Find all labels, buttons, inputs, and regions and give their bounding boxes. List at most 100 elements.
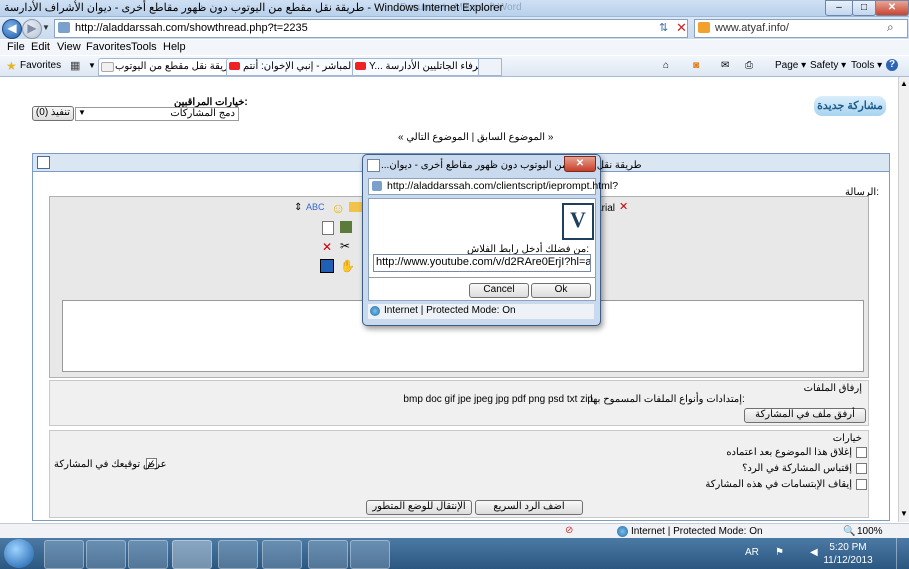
volume-icon[interactable]: ◀	[810, 547, 818, 558]
allowed-types-list: bmp doc gif jpe jpeg jpg pdf png psd txt…	[403, 394, 593, 405]
dialog-status-text: Internet | Protected Mode: On	[384, 305, 516, 316]
close-thread-checkbox[interactable]	[856, 447, 867, 458]
menu-file[interactable]: File	[7, 41, 25, 53]
home-icon[interactable]: ⌂	[663, 60, 669, 71]
start-button[interactable]	[4, 539, 34, 568]
cut-icon[interactable]: ✕	[322, 240, 332, 254]
quick-tabs-icon[interactable]: ▦	[70, 59, 80, 72]
help-icon[interactable]: ?	[886, 59, 898, 71]
stop-icon[interactable]: ✕	[676, 20, 687, 36]
execute-button[interactable]: (0) تنفيذ	[32, 106, 74, 121]
search-icon[interactable]: ⌕	[887, 20, 894, 35]
mail-icon[interactable]: ✉	[721, 60, 729, 71]
flash-url-input[interactable]: http://www.youtube.com/v/d2RAre0ErjI?hl=…	[373, 254, 591, 272]
tab-list-icon[interactable]: ▼	[88, 61, 96, 70]
taskbar-ie-active-icon[interactable]	[172, 540, 212, 569]
page-menu[interactable]: Page ▾	[775, 60, 806, 71]
tab-label: طريقة نقل مقطع من اليوتوب	[115, 61, 237, 72]
title-bar: Document - Microsoft Word طريقة نقل مقطع…	[0, 0, 909, 17]
image-icon[interactable]	[340, 221, 352, 233]
toolbar-resize-icon[interactable]: ⇕	[294, 202, 302, 213]
cancel-button[interactable]: Cancel	[469, 283, 529, 298]
favorites-button[interactable]: Favorites	[20, 60, 61, 71]
zoom-icon[interactable]: 🔍	[843, 526, 855, 537]
tab-youtube-1[interactable]: البث المباشر - إنبي الإخوان: أنتم	[226, 58, 368, 76]
comment-icon[interactable]	[349, 202, 362, 212]
flash-insert-icon[interactable]	[320, 259, 334, 273]
page-scrollbar[interactable]: ▲ ▼	[898, 77, 909, 522]
recent-pages-icon[interactable]: ▼	[42, 23, 50, 32]
close-button[interactable]: ✕	[875, 0, 909, 16]
prev-next-thread-links[interactable]: « الموضوع السابق | الموضوع التالي »	[398, 132, 553, 143]
dialog-body: V من فضلك أدخل رابط الفلاش: http://www.y…	[368, 198, 596, 301]
address-field[interactable]: http://aladdarssah.com/showthread.php?t=…	[54, 19, 688, 38]
compat-view-icon[interactable]: ⇅	[659, 21, 668, 34]
menu-tools[interactable]: Tools	[131, 41, 157, 53]
window-title: طريقة نقل مقطع من اليوتوب دون ظهور مقاطع…	[4, 2, 504, 14]
minimize-button[interactable]: –	[825, 0, 853, 16]
page-favicon-icon	[58, 22, 70, 33]
taskbar-paint-icon[interactable]	[262, 540, 302, 569]
hand-icon[interactable]: ✋	[340, 259, 355, 273]
address-url: http://aladdarssah.com/showthread.php?t=…	[75, 22, 308, 34]
show-desktop-button[interactable]	[896, 538, 909, 569]
favorites-star-icon[interactable]: ★	[6, 59, 17, 73]
scroll-down-icon[interactable]: ▼	[900, 509, 908, 518]
menu-help[interactable]: Help	[163, 41, 186, 53]
zoom-level[interactable]: 100%	[857, 526, 883, 537]
tab-label: Y... الشرفاء الجاتليين الأدارسة	[369, 61, 494, 72]
clock-time[interactable]: 5:20 PM	[828, 542, 868, 553]
ok-button[interactable]: Ok	[531, 283, 591, 298]
feeds-icon[interactable]: ◙	[693, 60, 699, 71]
collapse-icon[interactable]	[37, 156, 50, 169]
taskbar-media-icon[interactable]	[218, 540, 258, 569]
quick-reply-button[interactable]: اضف الرد السريع	[475, 500, 583, 515]
document-icon[interactable]	[322, 221, 334, 235]
dialog-close-button[interactable]: ✕	[564, 156, 596, 172]
site-logo-icon: V	[562, 203, 594, 240]
popup-blocked-icon[interactable]: ⊘	[565, 525, 573, 536]
remove-format-icon[interactable]: ✕	[619, 200, 628, 213]
quote-reply-checkbox[interactable]	[856, 463, 867, 474]
taskbar-ie-icon[interactable]	[44, 540, 84, 569]
taskbar-explorer-icon[interactable]	[86, 540, 126, 569]
input-language[interactable]: AR	[745, 547, 759, 558]
spellcheck-icon[interactable]: ABC	[306, 202, 325, 212]
disable-smilies-label: إيقاف الإبتسامات في هذه المشاركة	[705, 479, 852, 490]
forward-icon[interactable]: ▶	[22, 19, 42, 39]
attach-file-button[interactable]: أرفق ملف في المشاركة	[744, 408, 866, 423]
taskbar-excel-icon[interactable]	[128, 540, 168, 569]
scissors-icon[interactable]: ✂	[340, 239, 350, 253]
show-signature-label: عرض توقيعك في المشاركة	[54, 459, 167, 470]
clock-date[interactable]: 11/12/2013	[823, 555, 873, 566]
status-bar: ⊘ Internet | Protected Mode: On 🔍 100%	[0, 523, 909, 539]
prompt-dialog: ...طريقة نقل مقطع من اليوتوب دون ظهور مق…	[362, 154, 642, 326]
maximize-button[interactable]: □	[852, 0, 876, 16]
taskbar-word-icon[interactable]	[308, 540, 348, 569]
taskbar-app-icon[interactable]	[350, 540, 390, 569]
close-thread-label: إغلاق هذا الموضوع بعد اعتماده	[726, 447, 852, 458]
page-icon	[101, 62, 114, 72]
back-icon[interactable]: ◀	[2, 19, 22, 39]
search-field[interactable]: www.atyaf.info/ ⌕	[694, 19, 908, 38]
smiley-icon[interactable]: ☺	[331, 200, 345, 216]
tray-flag-icon[interactable]: ⚑	[775, 547, 784, 558]
menu-view[interactable]: View	[57, 41, 81, 53]
scroll-up-icon[interactable]: ▲	[900, 79, 908, 88]
advanced-mode-button[interactable]: الإنتقال للوضع المتطور	[366, 500, 472, 515]
print-icon[interactable]: ⎙	[745, 60, 753, 71]
merge-posts-select[interactable]: ▼ دمج المشاركات	[75, 107, 239, 121]
new-tab-button[interactable]	[478, 58, 502, 76]
search-value: www.atyaf.info/	[715, 22, 789, 34]
tab-active[interactable]: طريقة نقل مقطع من اليوتوب ✕	[98, 58, 244, 76]
tab-youtube-2[interactable]: Y... الشرفاء الجاتليين الأدارسة	[352, 58, 494, 76]
safety-menu[interactable]: Safety ▾	[810, 60, 846, 71]
attachments-panel: إرفاق الملفات إمتدادات وأنواع الملفات ال…	[49, 380, 869, 426]
tools-menu[interactable]: Tools ▾	[851, 60, 882, 71]
internet-zone-icon	[370, 306, 380, 316]
disable-smilies-checkbox[interactable]	[856, 479, 867, 490]
taskbar: AR ⚑ ◀ 5:20 PM 11/12/2013	[0, 538, 909, 569]
security-zone-text[interactable]: Internet | Protected Mode: On	[631, 526, 763, 537]
menu-edit[interactable]: Edit	[31, 41, 50, 53]
menu-favorites[interactable]: Favorites	[86, 41, 131, 53]
